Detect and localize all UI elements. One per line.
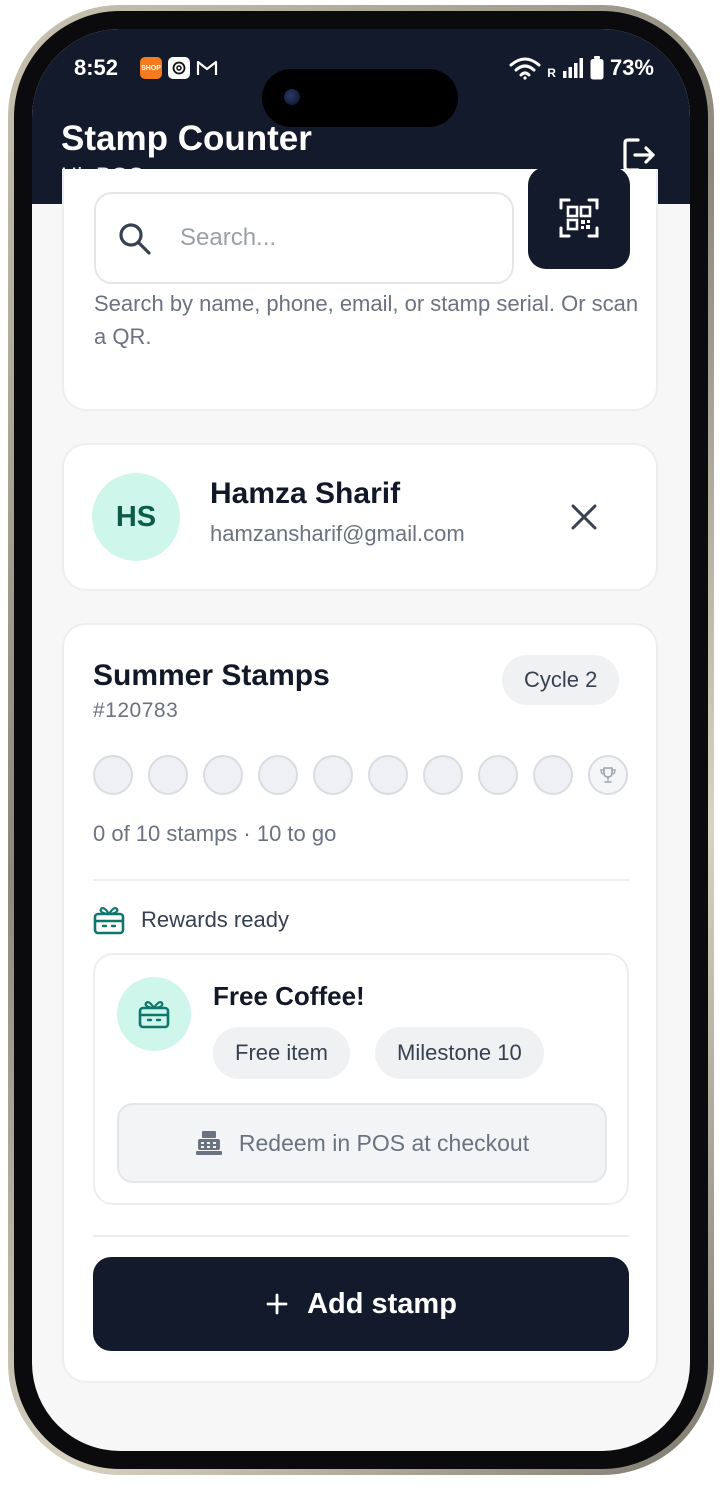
reward-chip-type: Free item	[213, 1027, 350, 1079]
redeem-button[interactable]: Redeem in POS at checkout	[117, 1103, 607, 1183]
battery-percent: 73%	[609, 55, 654, 80]
stamp-slot	[478, 755, 518, 795]
program-name: Summer Stamps	[93, 659, 330, 692]
reward-item: Free Coffee! Free item Milestone 10 Rede…	[93, 953, 629, 1205]
program-serial: #120783	[93, 699, 179, 722]
dynamic-island	[262, 69, 458, 127]
phone-bezel: 8:52 SHOP R 73% Stamp Counter Search... …	[14, 11, 708, 1469]
stamp-slot-reward	[588, 755, 628, 795]
stamp-slot	[368, 755, 408, 795]
customer-name: Hamza Sharif	[210, 477, 401, 510]
search-icon	[119, 223, 151, 255]
plus-icon	[266, 1293, 288, 1315]
stamp-slot	[93, 755, 133, 795]
chatgpt-app-icon	[168, 57, 190, 79]
search-card: Search by name, phone, email, or stamp s…	[62, 167, 658, 411]
rewards-heading: Rewards ready	[93, 905, 289, 935]
stamp-progress-text: 0 of 10 stamps · 10 to go	[93, 821, 337, 846]
redeem-button-label: Redeem in POS at checkout	[238, 1129, 530, 1156]
qr-scan-button[interactable]	[528, 167, 630, 269]
customer-email: hamzansharif@gmail.com	[210, 521, 465, 546]
camera-icon	[284, 89, 300, 105]
status-right: R 73%	[509, 55, 654, 81]
logout-icon	[623, 138, 655, 172]
stamp-slot	[203, 755, 243, 795]
phone-frame: 8:52 SHOP R 73% Stamp Counter Search... …	[8, 5, 714, 1475]
cycle-badge: Cycle 2	[502, 655, 620, 705]
divider	[93, 879, 629, 881]
search-input[interactable]	[180, 218, 500, 258]
gmail-app-icon	[196, 57, 218, 79]
rewards-heading-label: Rewards ready	[141, 907, 289, 932]
trophy-icon	[600, 767, 616, 783]
reward-icon	[117, 977, 191, 1051]
search-box[interactable]	[94, 192, 514, 284]
wifi-icon	[509, 57, 541, 80]
stamp-slot	[533, 755, 573, 795]
stamp-slot	[148, 755, 188, 795]
customer-card: HS Hamza Sharif hamzansharif@gmail.com	[62, 443, 658, 591]
stamp-slot	[423, 755, 463, 795]
cash-register-icon	[195, 1131, 222, 1155]
search-hint: Search by name, phone, email, or stamp s…	[94, 291, 639, 349]
status-time: 8:52	[74, 55, 119, 80]
clear-customer-button[interactable]	[570, 503, 598, 531]
add-stamp-button[interactable]: Add stamp	[93, 1257, 629, 1351]
divider	[93, 1235, 629, 1237]
stamp-row	[93, 755, 628, 795]
qr-scan-icon	[559, 198, 599, 238]
battery-icon	[590, 56, 604, 80]
gift-icon	[93, 907, 125, 935]
shop-app-icon: SHOP	[140, 57, 162, 79]
avatar: HS	[92, 473, 180, 561]
close-icon	[571, 504, 597, 530]
screen: 8:52 SHOP R 73% Stamp Counter Search... …	[32, 29, 690, 1451]
gift-icon	[138, 1001, 170, 1029]
notification-icons: SHOP	[140, 57, 218, 79]
shop-app-label: SHOP	[141, 64, 161, 72]
stamp-slot	[313, 755, 353, 795]
stamp-slot	[258, 755, 298, 795]
reward-chip-milestone: Milestone 10	[375, 1027, 544, 1079]
logout-button[interactable]	[622, 137, 656, 173]
network-label: R	[547, 66, 556, 80]
reward-title: Free Coffee!	[213, 981, 365, 1011]
page-title: Stamp Counter	[61, 119, 312, 158]
signal-icon	[562, 58, 583, 78]
add-stamp-label: Add stamp	[307, 1287, 457, 1320]
stamp-program-card: Summer Stamps #120783 Cycle 2 0 of 10 st…	[62, 623, 658, 1383]
